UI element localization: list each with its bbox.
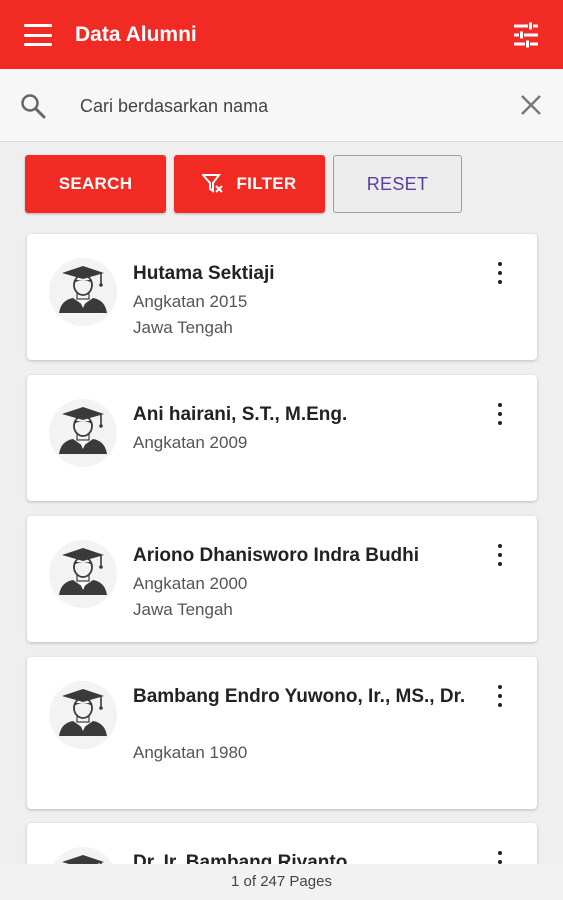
app-title: Data Alumni [75,23,197,46]
alumni-year: Angkatan 2015 [133,292,248,311]
alumni-year: Angkatan 2009 [133,433,248,452]
avatar [49,399,117,467]
alumni-name: Dr. Ir. Bambang Riyanto [133,852,348,864]
graduate-icon [59,548,107,595]
alumni-name: Hutama Sektiaji [133,263,275,284]
avatar [49,681,117,749]
search-button[interactable]: SEARCH [25,155,166,213]
search-input[interactable] [80,91,500,121]
alumni-year: Angkatan 1980 [133,743,248,762]
graduate-icon [62,855,104,864]
avatar [49,847,117,864]
alumni-card[interactable]: Dr. Ir. Bambang Riyanto [27,823,537,864]
alumni-list: Hutama Sektiaji Angkatan 2015 Jawa Tengah … [0,230,563,864]
graduate-icon [59,689,107,736]
more-vert-icon[interactable] [493,403,507,425]
search-button-label: SEARCH [58,174,133,193]
close-icon[interactable] [519,93,543,117]
reset-button[interactable]: RESET [333,155,462,213]
filter-icon [202,174,224,193]
reset-button-label: RESET [366,173,429,194]
hamburger-icon[interactable] [24,24,52,46]
app-bar: Data Alumni [0,0,563,69]
graduate-icon [59,407,107,454]
alumni-name: Ani hairani, S.T., M.Eng. [133,404,348,425]
alumni-card[interactable]: Hutama Sektiaji Angkatan 2015 Jawa Tengah [27,234,537,360]
alumni-card[interactable]: Ani hairani, S.T., M.Eng. Angkatan 2009 [27,375,537,501]
alumni-name: Bambang Endro Yuwono, Ir., MS., Dr. [133,686,466,707]
filter-button[interactable]: FILTER [174,155,325,213]
search-icon [21,94,46,119]
more-vert-icon[interactable] [493,262,507,284]
alumni-region: Jawa Tengah [133,600,233,619]
alumni-card[interactable]: Ariono Dhanisworo Indra Budhi Angkatan 20… [27,516,537,642]
avatar [49,258,117,326]
more-vert-icon[interactable] [493,544,507,566]
alumni-card[interactable]: Bambang Endro Yuwono, Ir., MS., Dr. Angka… [27,657,537,809]
more-vert-icon[interactable] [493,685,507,707]
filter-button-label: FILTER [236,174,297,193]
alumni-name: Ariono Dhanisworo Indra Budhi [133,545,420,566]
alumni-year: Angkatan 2000 [133,574,248,593]
tune-icon[interactable] [512,22,540,48]
page-indicator: 1 of 247 Pages [0,864,563,900]
more-vert-icon[interactable] [493,851,507,864]
avatar [49,540,117,608]
alumni-region: Jawa Tengah [133,318,233,337]
search-bar [0,69,563,142]
graduate-icon [59,266,107,313]
